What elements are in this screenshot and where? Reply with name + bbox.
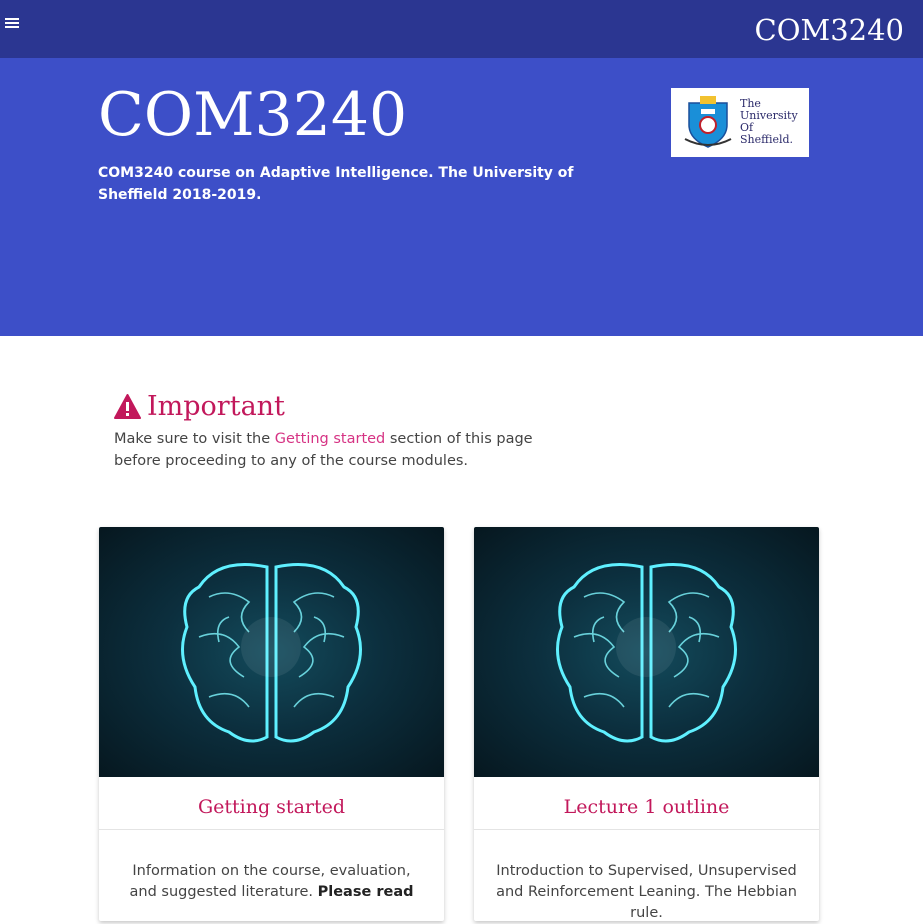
warning-icon (114, 394, 141, 419)
important-text: Make sure to visit the Getting started s… (114, 431, 533, 469)
card-lecture-1[interactable]: Lecture 1 outline Introduction to Superv… (474, 527, 819, 921)
card-getting-started[interactable]: Getting started Information on the cours… (99, 527, 444, 921)
card-title[interactable]: Lecture 1 outline (474, 777, 819, 830)
important-heading: Important (147, 391, 285, 422)
brain-image (474, 527, 819, 777)
university-logo: The University Of Sheffield. (671, 88, 809, 157)
top-navbar: COM3240 (0, 0, 923, 58)
course-description: COM3240 course on Adaptive Intelligence.… (98, 165, 574, 203)
nav-title[interactable]: COM3240 (755, 13, 904, 47)
getting-started-link[interactable]: Getting started (275, 431, 385, 447)
hero-banner: COM3240 COM3240 course on Adaptive Intel… (0, 58, 923, 336)
page-title: COM3240 (98, 80, 408, 150)
card-title[interactable]: Getting started (99, 777, 444, 830)
logo-wordmark: The University Of Sheffield. (740, 97, 798, 146)
menu-icon[interactable] (5, 18, 19, 32)
card-description: Information on the course, evaluation, a… (129, 863, 414, 900)
important-notice: Important Make sure to visit the Getting… (114, 391, 554, 472)
brain-image (99, 527, 444, 777)
card-description: Introduction to Supervised, Unsupervised… (496, 863, 797, 921)
